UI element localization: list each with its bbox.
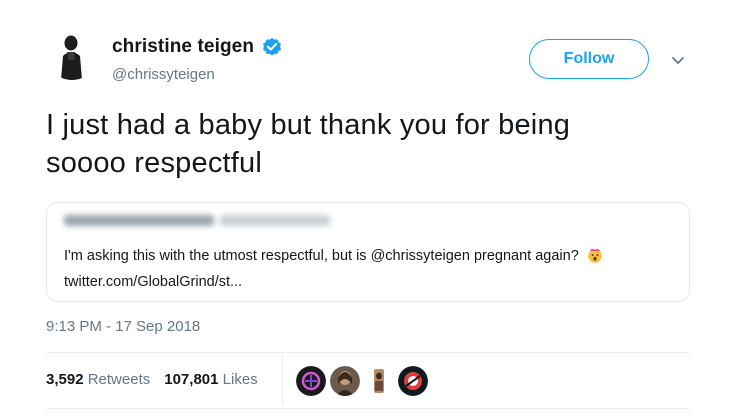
retweets-count: 3,592 [46,371,84,388]
likes-stat[interactable]: 107,801 Likes [164,371,257,388]
quoted-tweet-body: I'm asking this with the utmost respectf… [64,248,579,264]
quoted-tweet-text: I'm asking this with the utmost respectf… [64,243,684,295]
liker-avatar[interactable] [296,366,326,396]
retweets-label: Retweets [87,371,151,388]
likes-count: 107,801 [164,371,219,388]
liker-avatar[interactable] [398,366,428,396]
author-name-row: christine teigen [112,36,282,58]
author-avatar[interactable] [47,30,97,80]
divider-top [46,352,690,353]
liker-avatar[interactable] [330,366,360,396]
tweet-text: I just had a baby but thank you for bein… [46,106,686,182]
quoted-tweet-link[interactable]: twitter.com/GlobalGrind/st... [64,274,242,290]
likes-label: Likes [222,371,258,388]
divider-bottom [46,408,690,409]
tweet-timestamp[interactable]: 9:13 PM - 17 Sep 2018 [46,318,200,335]
chevron-down-icon[interactable] [668,50,688,70]
quoted-tweet[interactable]: I'm asking this with the utmost respectf… [46,202,690,302]
stats-separator [282,356,283,404]
follow-button[interactable]: Follow [529,39,649,79]
tweet-text-line1: I just had a baby but thank you for bein… [46,109,571,141]
verified-badge-icon [262,37,282,57]
author-display-name[interactable]: christine teigen [112,36,254,58]
tweet-text-line2: soooo respectful [46,147,262,179]
liker-avatar[interactable] [364,366,394,396]
shocked-face-emoji-icon [587,246,603,263]
liker-avatars [296,366,428,396]
tweet-stats: 3,592 Retweets 107,801 Likes [46,371,258,388]
tweet-card: christine teigen @chrissyteigen Follow I… [0,0,732,416]
quoted-author-blurred [64,215,330,226]
retweets-stat[interactable]: 3,592 Retweets [46,371,150,388]
author-handle[interactable]: @chrissyteigen [112,66,215,83]
